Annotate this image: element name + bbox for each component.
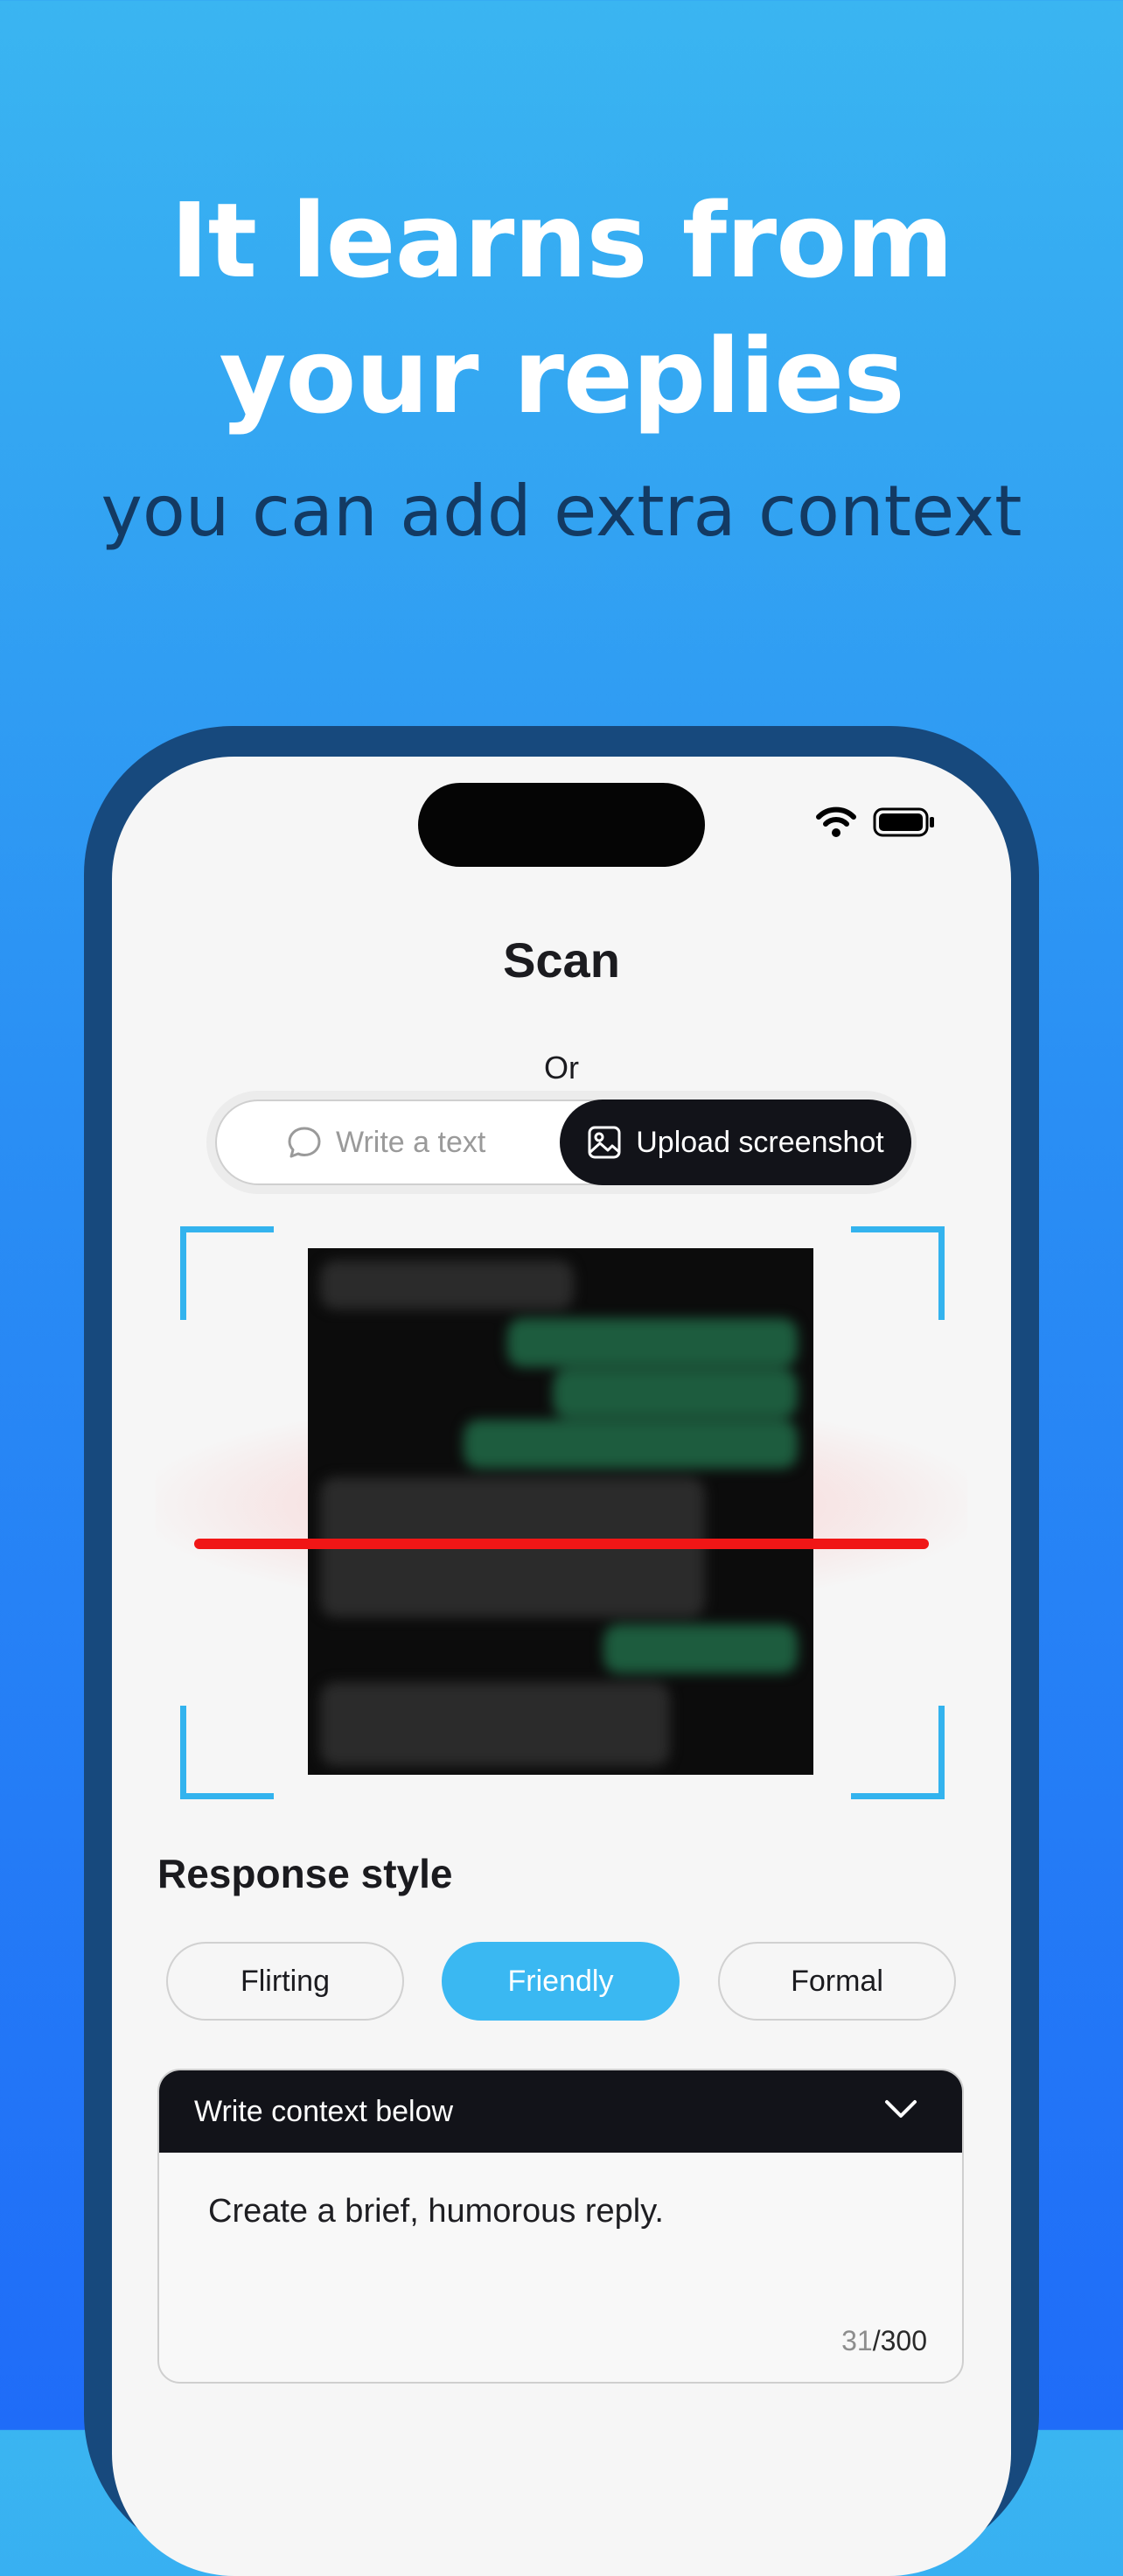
- upload-screenshot-option[interactable]: Upload screenshot: [560, 1100, 911, 1185]
- segmented-control: Write a text Upload screenshot: [215, 1100, 911, 1185]
- or-label: Or: [544, 1050, 579, 1086]
- blurred-chat-content: [308, 1248, 813, 1775]
- battery-icon: [873, 807, 934, 837]
- scan-frame-corner-top-left: [180, 1226, 274, 1320]
- character-counter: 31/300: [841, 2325, 927, 2357]
- write-text-option[interactable]: Write a text: [287, 1101, 485, 1183]
- chat-bubble-icon: [288, 1127, 321, 1158]
- scan-line: [194, 1539, 929, 1549]
- context-header-label: Write context below: [194, 2094, 454, 2128]
- page-title: Scan: [503, 932, 620, 988]
- dynamic-island: [418, 783, 705, 867]
- upload-screenshot-label: Upload screenshot: [636, 1125, 884, 1159]
- write-text-label: Write a text: [336, 1125, 486, 1159]
- input-mode-toggle: Write a text Upload screenshot: [206, 1091, 917, 1194]
- context-input[interactable]: Create a brief, humorous reply.: [208, 2193, 664, 2230]
- hero-subtitle: you can add extra context: [101, 471, 1022, 552]
- context-header[interactable]: Write context below: [159, 2070, 962, 2153]
- scan-frame-corner-top-right: [851, 1226, 945, 1320]
- phone-screen: Scan Or Write a text Upload screenshot R…: [112, 757, 1011, 2576]
- response-style-title: Response style: [157, 1851, 453, 1896]
- uploaded-screenshot-preview: [308, 1248, 813, 1775]
- hero-title-line-1: It learns from: [170, 180, 954, 301]
- style-option-friendly[interactable]: Friendly: [442, 1942, 680, 2021]
- scan-frame-corner-bottom-left: [180, 1706, 274, 1799]
- character-count-current: 31: [841, 2325, 873, 2356]
- chevron-down-icon[interactable]: [883, 2097, 918, 2123]
- style-option-flirting[interactable]: Flirting: [166, 1942, 404, 2021]
- scan-frame-corner-bottom-right: [851, 1706, 945, 1799]
- hero-title-line-2: your replies: [219, 316, 904, 436]
- context-panel: Write context below Create a brief, humo…: [157, 2069, 964, 2384]
- style-option-formal[interactable]: Formal: [718, 1942, 956, 2021]
- image-icon: [588, 1126, 621, 1159]
- character-count-max: /300: [872, 2325, 927, 2356]
- wifi-icon: [816, 806, 856, 837]
